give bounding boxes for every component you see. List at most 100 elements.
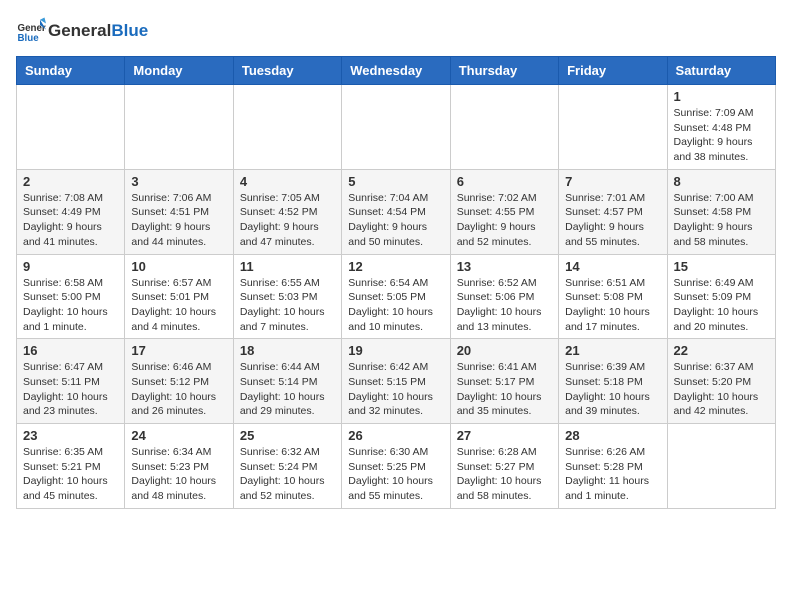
day-info: Sunrise: 6:58 AM Sunset: 5:00 PM Dayligh… xyxy=(23,276,118,335)
day-cell: 18 Sunrise: 6:44 AM Sunset: 5:14 PM Dayli… xyxy=(233,339,341,424)
header-thursday: Thursday xyxy=(450,57,558,85)
day-cell: 5Sunrise: 7:04 AM Sunset: 4:54 PM Daylig… xyxy=(342,169,450,254)
day-cell: 13 Sunrise: 6:52 AM Sunset: 5:06 PM Dayli… xyxy=(450,254,558,339)
header-tuesday: Tuesday xyxy=(233,57,341,85)
day-info: Sunrise: 6:32 AM Sunset: 5:24 PM Dayligh… xyxy=(240,445,335,504)
day-number: 7 xyxy=(565,174,660,189)
week-row-4: 16 Sunrise: 6:47 AM Sunset: 5:11 PM Dayli… xyxy=(17,339,776,424)
day-cell: 27 Sunrise: 6:28 AM Sunset: 5:27 PM Dayli… xyxy=(450,424,558,509)
day-number: 15 xyxy=(674,259,769,274)
calendar: SundayMondayTuesdayWednesdayThursdayFrid… xyxy=(16,56,776,509)
day-cell xyxy=(233,85,341,170)
logo-blue-text: Blue xyxy=(111,21,148,40)
day-cell: 22 Sunrise: 6:37 AM Sunset: 5:20 PM Dayli… xyxy=(667,339,775,424)
day-cell: 12Sunrise: 6:54 AM Sunset: 5:05 PM Dayli… xyxy=(342,254,450,339)
day-cell: 10Sunrise: 6:57 AM Sunset: 5:01 PM Dayli… xyxy=(125,254,233,339)
day-number: 25 xyxy=(240,428,335,443)
day-number: 8 xyxy=(674,174,769,189)
day-number: 9 xyxy=(23,259,118,274)
day-cell: 19 Sunrise: 6:42 AM Sunset: 5:15 PM Dayli… xyxy=(342,339,450,424)
day-info: Sunrise: 6:26 AM Sunset: 5:28 PM Dayligh… xyxy=(565,445,660,504)
day-cell xyxy=(450,85,558,170)
day-number: 2 xyxy=(23,174,118,189)
day-info: Sunrise: 6:51 AM Sunset: 5:08 PM Dayligh… xyxy=(565,276,660,335)
day-info: Sunrise: 7:01 AM Sunset: 4:57 PM Dayligh… xyxy=(565,191,660,250)
week-row-1: 1 Sunrise: 7:09 AM Sunset: 4:48 PM Daylig… xyxy=(17,85,776,170)
day-number: 18 xyxy=(240,343,335,358)
day-number: 20 xyxy=(457,343,552,358)
header-wednesday: Wednesday xyxy=(342,57,450,85)
day-cell: 16 Sunrise: 6:47 AM Sunset: 5:11 PM Dayli… xyxy=(17,339,125,424)
day-number: 22 xyxy=(674,343,769,358)
day-cell: 25 Sunrise: 6:32 AM Sunset: 5:24 PM Dayli… xyxy=(233,424,341,509)
day-cell: 21Sunrise: 6:39 AM Sunset: 5:18 PM Dayli… xyxy=(559,339,667,424)
day-cell: 8 Sunrise: 7:00 AM Sunset: 4:58 PM Daylig… xyxy=(667,169,775,254)
day-cell: 4 Sunrise: 7:05 AM Sunset: 4:52 PM Daylig… xyxy=(233,169,341,254)
day-info: Sunrise: 7:00 AM Sunset: 4:58 PM Dayligh… xyxy=(674,191,769,250)
day-number: 6 xyxy=(457,174,552,189)
day-cell: 9 Sunrise: 6:58 AM Sunset: 5:00 PM Daylig… xyxy=(17,254,125,339)
svg-text:Blue: Blue xyxy=(18,33,40,44)
header-monday: Monday xyxy=(125,57,233,85)
calendar-header-row: SundayMondayTuesdayWednesdayThursdayFrid… xyxy=(17,57,776,85)
day-number: 28 xyxy=(565,428,660,443)
day-info: Sunrise: 6:46 AM Sunset: 5:12 PM Dayligh… xyxy=(131,360,226,419)
day-info: Sunrise: 6:41 AM Sunset: 5:17 PM Dayligh… xyxy=(457,360,552,419)
day-cell: 6 Sunrise: 7:02 AM Sunset: 4:55 PM Daylig… xyxy=(450,169,558,254)
day-info: Sunrise: 6:34 AM Sunset: 5:23 PM Dayligh… xyxy=(131,445,226,504)
day-cell: 20 Sunrise: 6:41 AM Sunset: 5:17 PM Dayli… xyxy=(450,339,558,424)
day-number: 12 xyxy=(348,259,443,274)
day-number: 11 xyxy=(240,259,335,274)
day-number: 4 xyxy=(240,174,335,189)
logo: General Blue GeneralBlue xyxy=(16,16,148,46)
day-cell: 26Sunrise: 6:30 AM Sunset: 5:25 PM Dayli… xyxy=(342,424,450,509)
logo-icon: General Blue xyxy=(16,16,46,46)
day-info: Sunrise: 7:06 AM Sunset: 4:51 PM Dayligh… xyxy=(131,191,226,250)
day-cell: 7 Sunrise: 7:01 AM Sunset: 4:57 PM Daylig… xyxy=(559,169,667,254)
day-info: Sunrise: 6:55 AM Sunset: 5:03 PM Dayligh… xyxy=(240,276,335,335)
day-number: 21 xyxy=(565,343,660,358)
day-cell: 11 Sunrise: 6:55 AM Sunset: 5:03 PM Dayli… xyxy=(233,254,341,339)
day-info: Sunrise: 6:44 AM Sunset: 5:14 PM Dayligh… xyxy=(240,360,335,419)
day-info: Sunrise: 6:47 AM Sunset: 5:11 PM Dayligh… xyxy=(23,360,118,419)
day-cell: 14Sunrise: 6:51 AM Sunset: 5:08 PM Dayli… xyxy=(559,254,667,339)
day-info: Sunrise: 6:42 AM Sunset: 5:15 PM Dayligh… xyxy=(348,360,443,419)
day-cell xyxy=(125,85,233,170)
day-number: 5 xyxy=(348,174,443,189)
day-number: 3 xyxy=(131,174,226,189)
header-saturday: Saturday xyxy=(667,57,775,85)
day-info: Sunrise: 6:37 AM Sunset: 5:20 PM Dayligh… xyxy=(674,360,769,419)
day-number: 10 xyxy=(131,259,226,274)
day-cell: 28 Sunrise: 6:26 AM Sunset: 5:28 PM Dayli… xyxy=(559,424,667,509)
day-cell: 24 Sunrise: 6:34 AM Sunset: 5:23 PM Dayli… xyxy=(125,424,233,509)
day-info: Sunrise: 7:05 AM Sunset: 4:52 PM Dayligh… xyxy=(240,191,335,250)
header: General Blue GeneralBlue xyxy=(16,16,776,46)
day-info: Sunrise: 7:09 AM Sunset: 4:48 PM Dayligh… xyxy=(674,106,769,165)
day-info: Sunrise: 6:35 AM Sunset: 5:21 PM Dayligh… xyxy=(23,445,118,504)
day-cell: 23 Sunrise: 6:35 AM Sunset: 5:21 PM Dayli… xyxy=(17,424,125,509)
day-number: 13 xyxy=(457,259,552,274)
week-row-5: 23 Sunrise: 6:35 AM Sunset: 5:21 PM Dayli… xyxy=(17,424,776,509)
day-info: Sunrise: 6:52 AM Sunset: 5:06 PM Dayligh… xyxy=(457,276,552,335)
day-number: 1 xyxy=(674,89,769,104)
day-info: Sunrise: 7:02 AM Sunset: 4:55 PM Dayligh… xyxy=(457,191,552,250)
day-number: 16 xyxy=(23,343,118,358)
week-row-2: 2Sunrise: 7:08 AM Sunset: 4:49 PM Daylig… xyxy=(17,169,776,254)
day-number: 17 xyxy=(131,343,226,358)
day-info: Sunrise: 6:28 AM Sunset: 5:27 PM Dayligh… xyxy=(457,445,552,504)
day-cell xyxy=(667,424,775,509)
day-number: 27 xyxy=(457,428,552,443)
day-cell xyxy=(559,85,667,170)
day-cell: 2Sunrise: 7:08 AM Sunset: 4:49 PM Daylig… xyxy=(17,169,125,254)
day-cell: 15Sunrise: 6:49 AM Sunset: 5:09 PM Dayli… xyxy=(667,254,775,339)
day-cell xyxy=(342,85,450,170)
day-number: 24 xyxy=(131,428,226,443)
week-row-3: 9 Sunrise: 6:58 AM Sunset: 5:00 PM Daylig… xyxy=(17,254,776,339)
day-info: Sunrise: 6:30 AM Sunset: 5:25 PM Dayligh… xyxy=(348,445,443,504)
day-number: 19 xyxy=(348,343,443,358)
day-cell: 1 Sunrise: 7:09 AM Sunset: 4:48 PM Daylig… xyxy=(667,85,775,170)
logo-general-text: General xyxy=(48,21,111,40)
day-cell: 3 Sunrise: 7:06 AM Sunset: 4:51 PM Daylig… xyxy=(125,169,233,254)
header-friday: Friday xyxy=(559,57,667,85)
day-number: 23 xyxy=(23,428,118,443)
